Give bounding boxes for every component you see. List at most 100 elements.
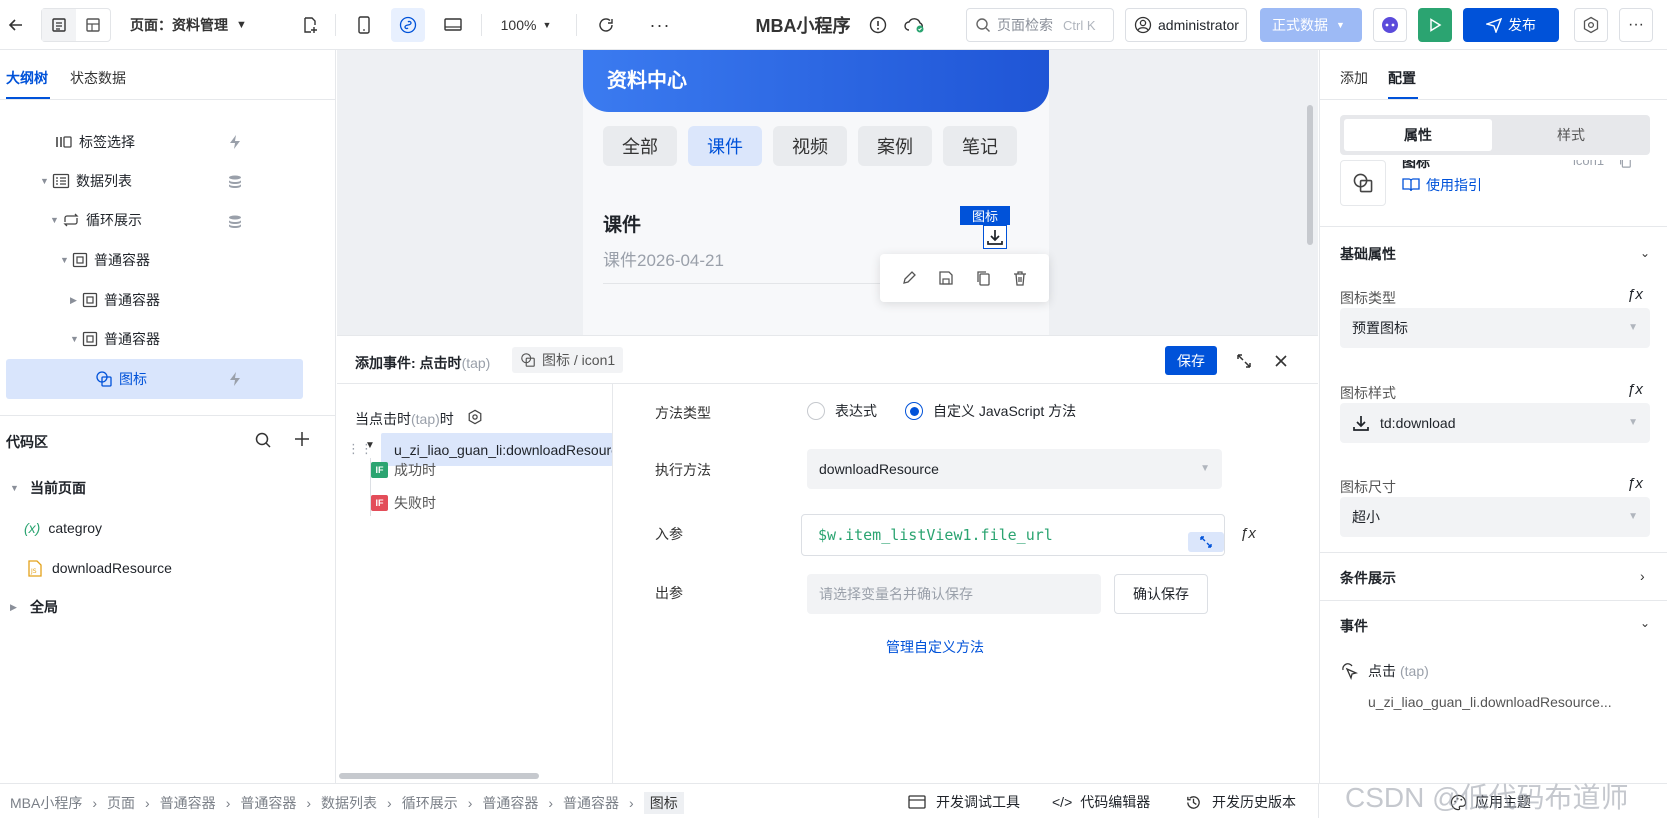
tab-all[interactable]: 全部 <box>603 126 677 166</box>
breadcrumb-item[interactable]: 普通容器 <box>482 793 538 813</box>
history-button[interactable]: 开发历史版本 <box>1185 792 1296 812</box>
breadcrumb-item[interactable]: 循环展示 <box>402 793 458 813</box>
new-page-icon[interactable] <box>296 8 324 42</box>
seg-properties[interactable]: 属性 <box>1344 119 1492 151</box>
radio-expression[interactable]: 表达式 <box>807 401 877 421</box>
caret-right-icon[interactable]: ▶ <box>10 602 22 613</box>
tab-config[interactable]: 配置 <box>1388 68 1416 88</box>
layout-view-icon[interactable] <box>76 9 110 41</box>
miniprogram-preview-icon[interactable] <box>391 8 425 42</box>
refresh-icon[interactable] <box>592 8 620 42</box>
save-icon[interactable] <box>938 270 954 286</box>
event-bolt-icon[interactable] <box>228 371 242 387</box>
publish-button[interactable]: 发布 <box>1463 8 1559 42</box>
icon-size-select[interactable]: 超小 ▼ <box>1340 497 1650 537</box>
settings-icon[interactable] <box>1574 8 1608 42</box>
tab-notes[interactable]: 笔记 <box>943 126 1017 166</box>
tree-item-loop[interactable]: ▼ 循环展示 <box>50 201 250 239</box>
horizontal-scrollbar[interactable] <box>339 773 539 779</box>
tree-item-tag-select[interactable]: 标签选择 <box>55 123 255 161</box>
more-menu-icon[interactable]: ··· <box>1619 8 1653 42</box>
canvas-scrollbar[interactable] <box>1307 105 1313 245</box>
usage-guide-link[interactable]: 使用指引 <box>1402 175 1482 195</box>
more-icon[interactable]: ··· <box>646 8 674 42</box>
confirm-save-button[interactable]: 确认保存 <box>1114 574 1208 614</box>
page-selector[interactable]: 页面：资料管理 ▼ <box>130 8 270 42</box>
manage-methods-link[interactable]: 管理自定义方法 <box>886 637 984 657</box>
desktop-preview-icon[interactable] <box>438 8 468 42</box>
edit-icon[interactable] <box>901 270 917 286</box>
env-selector[interactable]: 正式数据 ▼ <box>1260 8 1362 42</box>
icon-style-select[interactable]: td:download ▼ <box>1340 403 1650 443</box>
copy-icon[interactable] <box>975 270 991 286</box>
tree-global[interactable]: ▶ 全局 <box>10 588 210 626</box>
tree-item-container[interactable]: ▼ 普通容器 <box>60 241 260 279</box>
event-bolt-icon[interactable] <box>228 134 242 150</box>
breadcrumb-current[interactable]: 图标 <box>643 792 684 814</box>
delete-icon[interactable] <box>1012 270 1028 286</box>
tree-current-page[interactable]: ▼ 当前页面 <box>10 469 210 507</box>
chevron-right-icon[interactable]: › <box>1640 568 1645 584</box>
caret-down-icon[interactable]: ▼ <box>70 334 82 344</box>
devtools-button[interactable]: 开发调试工具 <box>908 792 1020 812</box>
breadcrumb-item[interactable]: 普通容器 <box>240 793 296 813</box>
on-success-node[interactable]: IF 成功时 <box>371 460 436 480</box>
back-icon[interactable] <box>4 8 28 42</box>
code-editor-button[interactable]: </> 代码编辑器 <box>1052 792 1150 812</box>
caret-down-icon[interactable]: ▼ <box>365 440 375 451</box>
tree-item-icon[interactable]: 图标 <box>95 360 215 398</box>
tab-outline-tree[interactable]: 大纲树 <box>6 68 48 88</box>
output-variable-select[interactable]: 请选择变量名并确认保存 <box>807 574 1101 614</box>
expand-icon[interactable] <box>1235 352 1253 370</box>
expand-editor-icon[interactable] <box>1188 532 1224 552</box>
fx-icon[interactable]: ƒx <box>1627 475 1643 492</box>
breadcrumb-item[interactable]: MBA小程序 <box>10 793 82 813</box>
event-tap-handler[interactable]: u_zi_liao_guan_li.downloadResource... <box>1368 694 1612 710</box>
fx-icon[interactable]: ƒx <box>1240 525 1256 542</box>
database-icon[interactable] <box>227 214 243 230</box>
fx-icon[interactable]: ƒx <box>1627 286 1643 303</box>
info-icon[interactable] <box>866 8 890 42</box>
tab-courseware[interactable]: 课件 <box>688 126 762 166</box>
run-preview-button[interactable] <box>1418 8 1452 42</box>
close-icon[interactable] <box>1273 353 1289 369</box>
zoom-selector[interactable]: 100% ▼ <box>496 8 556 42</box>
ai-assistant-icon[interactable] <box>1373 8 1407 42</box>
tree-item-container[interactable]: ▼ 普通容器 <box>70 320 270 358</box>
cloud-sync-icon[interactable] <box>901 8 929 42</box>
settings-icon[interactable] <box>467 409 483 425</box>
chevron-down-icon[interactable]: ⌄ <box>1640 246 1650 260</box>
mobile-preview-icon[interactable] <box>350 8 378 42</box>
chevron-down-icon[interactable]: ⌄ <box>1640 616 1650 630</box>
radio-custom-js[interactable]: 自定义 JavaScript 方法 <box>905 401 1076 421</box>
breadcrumb-item[interactable]: 页面 <box>107 793 135 813</box>
condition-section-title[interactable]: 条件展示 <box>1340 568 1396 588</box>
breadcrumb-item[interactable]: 普通容器 <box>563 793 619 813</box>
tab-state-data[interactable]: 状态数据 <box>70 68 126 88</box>
tab-add[interactable]: 添加 <box>1340 68 1368 88</box>
caret-down-icon[interactable]: ▼ <box>50 215 62 225</box>
exec-method-select[interactable]: downloadResource ▼ <box>807 449 1222 489</box>
caret-down-icon[interactable]: ▼ <box>10 483 22 493</box>
caret-right-icon[interactable]: ▶ <box>70 295 82 306</box>
add-icon[interactable] <box>294 431 310 447</box>
save-button[interactable]: 保存 <box>1165 346 1217 375</box>
tab-video[interactable]: 视频 <box>773 126 847 166</box>
tree-item-data-list[interactable]: ▼ 数据列表 <box>40 162 240 200</box>
page-view-icon[interactable] <box>42 9 76 41</box>
breadcrumb-item[interactable]: 普通容器 <box>160 793 216 813</box>
code-item-method[interactable]: JS downloadResource <box>28 549 248 587</box>
search-icon[interactable] <box>254 431 272 449</box>
caret-down-icon[interactable]: ▼ <box>60 255 72 265</box>
tree-item-container[interactable]: ▶ 普通容器 <box>70 281 270 319</box>
copy-icon[interactable] <box>1618 160 1632 168</box>
code-item-variable[interactable]: (x) categroy <box>24 509 224 547</box>
seg-styles[interactable]: 样式 <box>1496 119 1646 151</box>
input-param-field[interactable]: $w.item_listView1.file_url <box>801 514 1225 556</box>
breadcrumb-item[interactable]: 数据列表 <box>321 793 377 813</box>
user-menu[interactable]: administrator <box>1125 8 1247 42</box>
caret-down-icon[interactable]: ▼ <box>40 176 52 186</box>
page-search-input[interactable]: 页面检索 Ctrl K <box>966 8 1114 42</box>
fx-icon[interactable]: ƒx <box>1627 381 1643 398</box>
tab-case[interactable]: 案例 <box>858 126 932 166</box>
